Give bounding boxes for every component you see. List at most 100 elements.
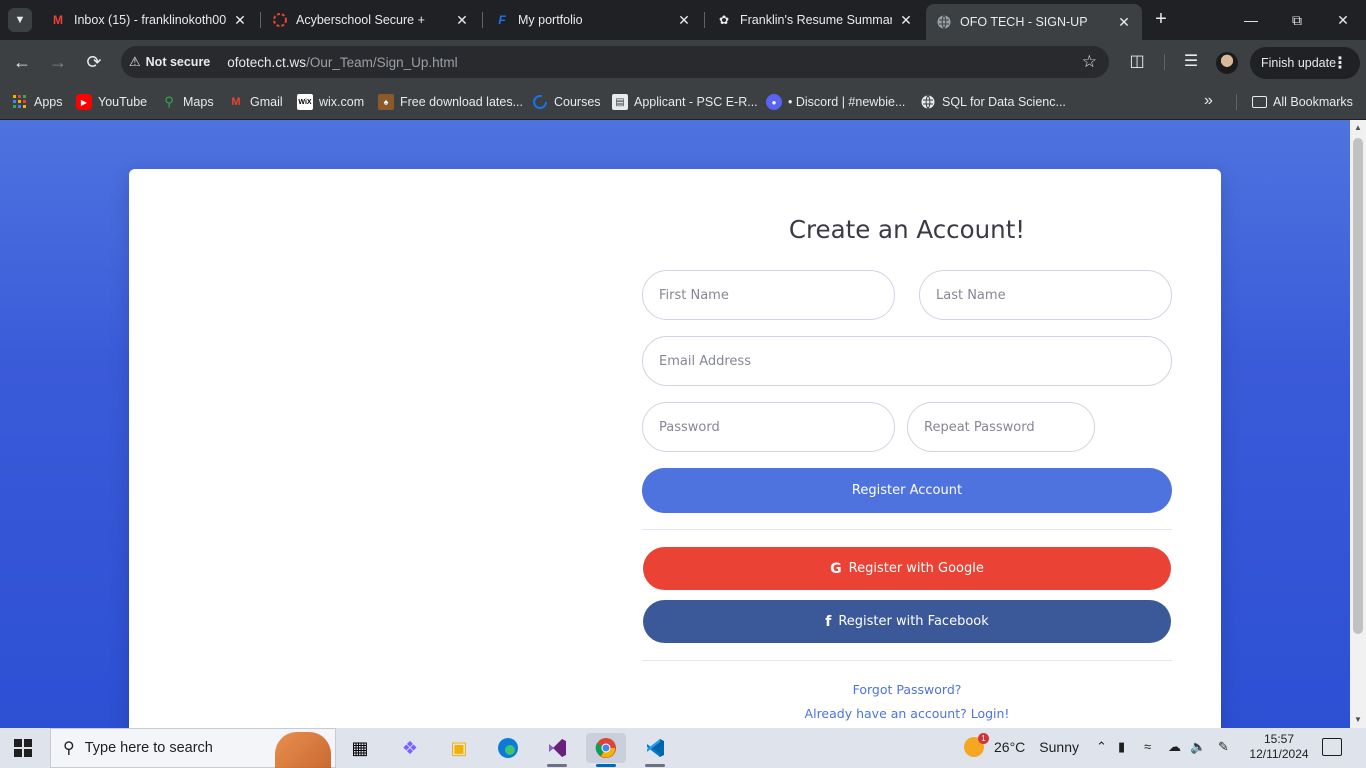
task-view-icon[interactable]: ▦ xyxy=(340,733,380,763)
restore-button[interactable]: ⧉ xyxy=(1274,0,1320,40)
password-field[interactable] xyxy=(642,402,895,452)
forgot-password-link[interactable]: Forgot Password? xyxy=(642,682,1172,697)
divider xyxy=(642,660,1172,661)
last-name-field[interactable] xyxy=(919,270,1172,320)
reload-icon: ⟳ xyxy=(86,51,102,72)
tab-title: My portfolio xyxy=(518,13,583,27)
login-link[interactable]: Already have an account? Login! xyxy=(642,706,1172,721)
tab-inbox[interactable]: M Inbox (15) - franklinokoth00... ✕ xyxy=(40,4,258,36)
search-icon: ⚲ xyxy=(63,740,75,757)
gmail-icon: M xyxy=(231,96,241,108)
clock-time: 15:57 xyxy=(1263,732,1295,746)
bookmark-maps[interactable]: ⚲ Maps xyxy=(161,93,214,111)
media-controls-icon[interactable]: ☰ xyxy=(1180,51,1202,73)
more-vertical-icon: ⋮ xyxy=(1332,55,1348,72)
download-site-icon: ♠ xyxy=(378,94,394,110)
scroll-up-arrow-icon[interactable]: ▲ xyxy=(1350,120,1366,136)
close-icon[interactable]: ✕ xyxy=(1116,14,1132,31)
document-icon: ▤ xyxy=(612,94,628,110)
vscode-icon[interactable] xyxy=(635,733,675,767)
bookmark-label: Applicant - PSC E-R... xyxy=(634,95,758,109)
bookmarks-bar: Apps ▶ YouTube ⚲ Maps M Gmail WiX wix.co… xyxy=(0,85,1366,120)
bookmark-discord[interactable]: ● • Discord | #newbie... xyxy=(766,93,905,111)
close-window-button[interactable]: ✕ xyxy=(1320,0,1366,40)
bookmark-gmail[interactable]: M Gmail xyxy=(228,93,282,111)
bookmark-apps[interactable]: Apps xyxy=(12,93,63,111)
finish-update-button[interactable]: Finish update ⋮ xyxy=(1250,47,1360,79)
browser-toolbar: ← → ⟳ ⚠ Not secure ofotech.ct.ws/Our_Tea… xyxy=(0,40,1366,85)
scroll-down-arrow-icon[interactable]: ▼ xyxy=(1350,712,1366,728)
first-name-field[interactable] xyxy=(642,270,895,320)
close-icon: ✕ xyxy=(1337,11,1349,28)
url-text[interactable]: ofotech.ct.ws/Our_Team/Sign_Up.html xyxy=(227,55,457,70)
tab-title: Acyberschool Secure + xyxy=(296,13,425,27)
site-info-button[interactable]: ⚠ Not secure xyxy=(129,54,219,70)
onedrive-icon[interactable]: ☁ xyxy=(1168,739,1181,755)
back-button[interactable]: ← xyxy=(10,50,34,74)
tab-divider xyxy=(704,12,705,28)
chrome-icon[interactable] xyxy=(586,733,626,767)
edge-icon[interactable] xyxy=(488,733,528,763)
bookmark-sql[interactable]: SQL for Data Scienc... xyxy=(920,93,1066,111)
repeat-password-field[interactable] xyxy=(907,402,1095,452)
notifications-icon[interactable] xyxy=(1322,738,1342,756)
taskbar-search-box[interactable]: ⚲ Type here to search xyxy=(50,728,336,768)
plus-icon: + xyxy=(1155,8,1167,30)
address-bar[interactable]: ⚠ Not secure ofotech.ct.ws/Our_Team/Sign… xyxy=(121,46,1109,78)
bookmark-label: Free download lates... xyxy=(400,95,523,109)
finish-update-label: Finish update xyxy=(1261,56,1337,70)
bookmark-wix[interactable]: WiX wix.com xyxy=(297,93,364,111)
tab-ofo-tech-signup[interactable]: OFO TECH - SIGN-UP ✕ xyxy=(926,4,1142,40)
tab-search-button[interactable]: ▼ xyxy=(8,8,32,32)
register-facebook-label: Register with Facebook xyxy=(838,614,989,629)
weather-temperature: 26°C xyxy=(994,739,1026,755)
weather-widget[interactable]: 1 26°C Sunny xyxy=(964,733,1079,757)
tab-acyberschool[interactable]: Acyberschool Secure + ✕ xyxy=(262,4,480,36)
battery-icon[interactable]: ▮ xyxy=(1118,739,1125,755)
bookmark-label: Maps xyxy=(183,95,214,109)
file-explorer-icon[interactable]: ▣ xyxy=(439,733,479,763)
email-field[interactable] xyxy=(642,336,1172,386)
taskbar-clock[interactable]: 15:57 12/11/2024 xyxy=(1244,732,1314,762)
extensions-icon[interactable]: ◫ xyxy=(1126,51,1148,73)
forward-button[interactable]: → xyxy=(46,50,70,74)
google-icon: G xyxy=(830,560,842,577)
close-icon[interactable]: ✕ xyxy=(454,12,470,29)
reload-button[interactable]: ⟳ xyxy=(82,50,106,74)
bookmark-star-icon[interactable]: ☆ xyxy=(1082,52,1097,72)
divider xyxy=(642,529,1172,530)
avatar[interactable] xyxy=(1216,52,1238,74)
tab-portfolio[interactable]: F My portfolio ✕ xyxy=(484,4,702,36)
portfolio-icon: F xyxy=(498,13,506,27)
chatgpt-icon: ✿ xyxy=(718,13,730,27)
register-google-button[interactable]: G Register with Google xyxy=(643,547,1171,590)
weather-badge: 1 xyxy=(978,733,989,744)
close-icon[interactable]: ✕ xyxy=(232,12,248,29)
register-account-button[interactable]: Register Account xyxy=(642,468,1172,513)
close-icon[interactable]: ✕ xyxy=(898,12,914,29)
bookmark-courses[interactable]: Courses xyxy=(532,93,601,111)
visual-studio-icon[interactable] xyxy=(537,733,577,767)
register-facebook-button[interactable]: f Register with Facebook xyxy=(643,600,1171,643)
minimize-button[interactable]: — xyxy=(1228,0,1274,40)
apps-grid-icon xyxy=(12,94,28,110)
bookmarks-overflow-button[interactable]: » xyxy=(1204,92,1213,110)
show-hidden-icons-icon[interactable]: ⌃ xyxy=(1096,739,1107,755)
close-icon[interactable]: ✕ xyxy=(676,12,692,29)
windows-start-icon[interactable] xyxy=(14,739,32,757)
loading-icon xyxy=(272,12,288,28)
volume-icon[interactable]: 🔈 xyxy=(1190,739,1206,755)
scroll-thumb[interactable] xyxy=(1353,138,1363,634)
new-tab-button[interactable]: + xyxy=(1150,9,1172,31)
pen-icon[interactable]: ✎ xyxy=(1218,739,1229,755)
bookmark-free-download[interactable]: ♠ Free download lates... xyxy=(378,93,523,111)
bookmark-youtube[interactable]: ▶ YouTube xyxy=(76,93,147,111)
page-scrollbar[interactable]: ▲ ▼ xyxy=(1350,120,1366,728)
tab-resume[interactable]: ✿ Franklin's Resume Summary ✕ xyxy=(706,4,924,36)
toolbar-divider xyxy=(1164,54,1165,70)
copilot-icon[interactable]: ❖ xyxy=(390,733,430,763)
bookmark-applicant-psc[interactable]: ▤ Applicant - PSC E-R... xyxy=(612,93,758,111)
all-bookmarks-button[interactable]: All Bookmarks xyxy=(1252,93,1353,111)
wifi-icon[interactable]: ≈ xyxy=(1144,739,1151,754)
bookmark-label: Apps xyxy=(34,95,63,109)
